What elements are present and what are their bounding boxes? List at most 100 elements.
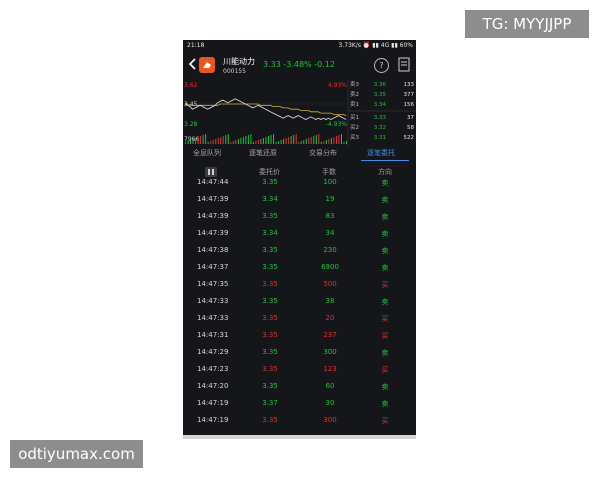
title-bar: 川能动力 000155 3.33 -3.48% -0.12 ? [183, 52, 416, 80]
volume-bar [285, 138, 287, 144]
notes-icon[interactable] [398, 57, 410, 72]
row-price: 3.35 [262, 331, 278, 339]
volume-bar [330, 138, 332, 144]
row-price: 3.35 [262, 297, 278, 305]
volume-bar [187, 141, 189, 144]
row-direction: 卖 [381, 230, 389, 238]
volume-bar [305, 139, 307, 144]
volume-bar [335, 136, 337, 144]
volume-bar [313, 136, 315, 144]
volume-bar [273, 134, 275, 144]
row-time: 14:47:19 [197, 416, 229, 424]
volume-bar [278, 141, 280, 144]
volume-bar [325, 140, 327, 144]
tab-full-queue[interactable]: 全息队列 [193, 148, 221, 158]
row-time: 14:47:31 [197, 331, 229, 339]
volume-bar [293, 135, 295, 144]
row-time: 14:47:39 [197, 195, 229, 203]
row-qty: 38 [325, 297, 335, 305]
volume-bar [207, 142, 209, 144]
table-row: 14:47:39 3.34 19 卖 [183, 193, 416, 210]
volume-bar [268, 136, 270, 144]
volume-bar [308, 138, 310, 144]
order-book-price: 3.36 [374, 82, 387, 88]
row-price: 3.35 [262, 178, 278, 186]
volume-bar [338, 135, 340, 144]
order-book-volume: 133 [404, 82, 415, 88]
volume-bar [298, 142, 300, 144]
row-time: 14:47:38 [197, 246, 229, 254]
volume-bar [333, 137, 335, 144]
volume-bar [222, 136, 224, 144]
volume-bar [190, 140, 192, 144]
row-time: 14:47:39 [197, 212, 229, 220]
order-book-label: 卖1 [350, 101, 359, 108]
row-direction: 卖 [381, 213, 389, 221]
stock-code: 000155 [223, 68, 246, 75]
volume-bar [250, 134, 252, 144]
volume-bar [295, 134, 297, 144]
watermark-top-right: TG: MYYJJPP [465, 10, 589, 38]
volume-bar [245, 136, 247, 144]
row-price: 3.34 [262, 195, 278, 203]
watermark-bottom-left: odtiyumax.com [10, 440, 143, 468]
table-row: 14:47:29 3.35 300 卖 [183, 346, 416, 363]
row-price: 3.35 [262, 280, 278, 288]
order-book-price: 3.35 [374, 92, 387, 98]
row-direction: 买 [381, 366, 389, 374]
help-icon[interactable]: ? [374, 58, 389, 73]
row-qty: 6900 [321, 263, 339, 271]
row-time: 14:47:35 [197, 280, 229, 288]
volume-bar [318, 134, 320, 144]
intraday-chart-svg: 3.62 3.45 3.28 7966 4.93% -4.93% 卖3 3.36 1… [183, 80, 416, 146]
volume-bar [275, 142, 277, 144]
order-book-price: 3.33 [374, 115, 387, 121]
back-arrow-icon[interactable] [188, 58, 196, 70]
tab-tick-orders[interactable]: 逐笔委托 [367, 148, 395, 158]
volume-bar [288, 137, 290, 144]
row-direction: 买 [381, 315, 389, 323]
volume-bar [212, 140, 214, 144]
volume-bar [323, 141, 325, 144]
volume-bar [240, 138, 242, 144]
volume-bar [270, 135, 272, 144]
row-qty: 230 [323, 246, 337, 254]
row-price: 3.35 [262, 365, 278, 373]
volume-bar [220, 137, 222, 144]
row-qty: 19 [325, 195, 335, 203]
volume-bar [346, 141, 347, 144]
row-direction: 买 [381, 332, 389, 340]
table-row: 14:47:19 3.37 30 卖 [183, 397, 416, 414]
volume-bar [255, 141, 257, 144]
volume-bar [227, 134, 229, 144]
tab-tick-restore[interactable]: 逐笔还原 [249, 148, 277, 158]
row-price: 3.35 [262, 263, 278, 271]
row-time: 14:47:20 [197, 382, 229, 390]
row-qty: 83 [325, 212, 335, 220]
volume-bar [328, 139, 330, 144]
row-direction: 卖 [381, 400, 389, 408]
tab-trade-distribution[interactable]: 交易分布 [309, 148, 337, 158]
volume-bar [343, 142, 345, 144]
row-direction: 卖 [381, 264, 389, 272]
row-qty: 300 [323, 416, 337, 424]
pct-up-label: 4.93% [328, 82, 347, 89]
bottom-bar [183, 435, 416, 439]
table-row: 14:47:19 3.35 300 买 [183, 414, 416, 431]
row-direction: 卖 [381, 179, 389, 187]
active-tab-indicator [361, 160, 409, 161]
row-direction: 卖 [381, 383, 389, 391]
row-time: 14:47:29 [197, 348, 229, 356]
row-time: 14:47:33 [197, 297, 229, 305]
status-bar: 21:18 3.73K/s ⏰ ▮▮ 4G ▮▮ 60% [183, 40, 416, 52]
order-book-label: 买2 [350, 123, 359, 131]
volume-bar [200, 136, 202, 144]
row-time: 14:47:23 [197, 365, 229, 373]
volume-bar [205, 134, 207, 144]
row-price: 3.35 [262, 382, 278, 390]
row-direction: 卖 [381, 298, 389, 306]
order-book-price: 3.34 [374, 102, 387, 108]
table-row: 14:47:20 3.35 60 卖 [183, 380, 416, 397]
volume-bar [340, 134, 342, 144]
order-book-volume: 522 [404, 135, 415, 141]
